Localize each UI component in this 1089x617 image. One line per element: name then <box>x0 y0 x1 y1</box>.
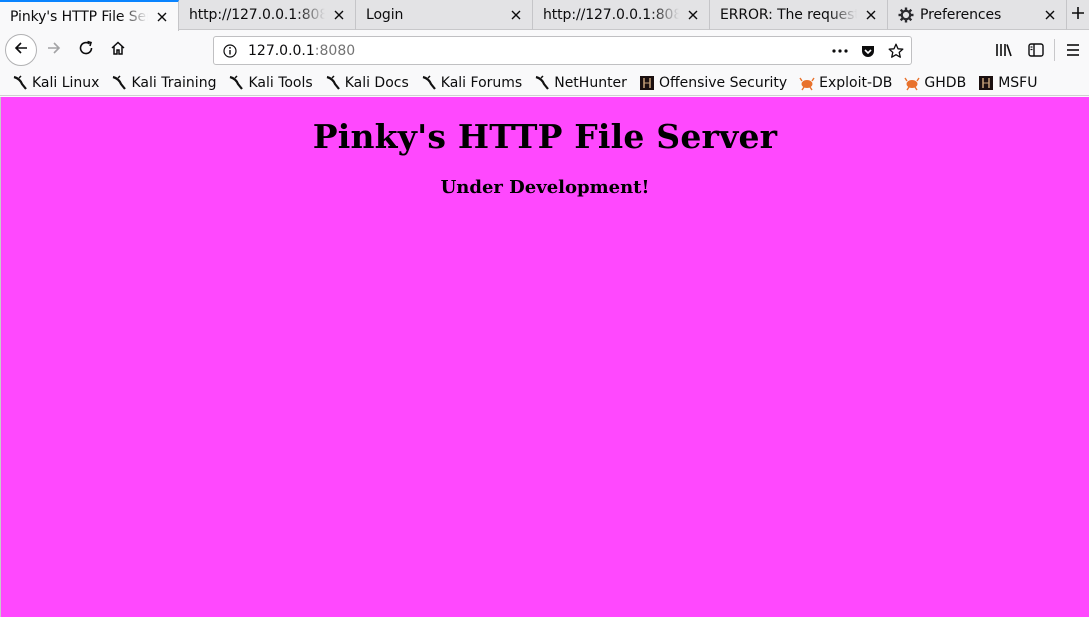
bookmark-exploit-db[interactable]: Exploit-DB <box>799 75 892 91</box>
info-icon[interactable] <box>223 43 237 58</box>
url-host: 127.0.0.1 <box>248 42 315 59</box>
home-icon <box>110 40 126 60</box>
kali-dragon-icon <box>421 74 437 91</box>
kali-dragon-icon <box>111 74 127 91</box>
bookmark-label: Kali Forums <box>440 74 523 91</box>
close-icon[interactable] <box>685 7 701 23</box>
tab-pinky-file-server[interactable]: Pinky's HTTP File Server <box>0 0 179 31</box>
tab-label: Preferences <box>920 7 1002 23</box>
bookmark-label: Exploit-DB <box>819 74 893 91</box>
bookmark-label: NetHunter <box>554 74 627 91</box>
url-port: :8080 <box>314 42 356 59</box>
close-icon[interactable] <box>1042 7 1058 23</box>
page-content: Pinky's HTTP File Server Under Developme… <box>0 97 1089 617</box>
bookmark-offensive-security[interactable]: Offensive Security <box>639 75 787 91</box>
bookmark-kali-forums[interactable]: Kali Forums <box>421 75 522 91</box>
page-title: Pinky's HTTP File Server <box>312 117 778 156</box>
bookmark-kali-tools[interactable]: Kali Tools <box>228 74 313 91</box>
tab-label: Login <box>366 7 404 23</box>
url-text[interactable]: 127.0.0.1:8080 <box>248 43 355 59</box>
close-icon[interactable] <box>863 7 879 23</box>
tab-preferences[interactable]: Preferences <box>888 0 1067 30</box>
tab-label: http://127.0.0.1:8080/ <box>543 7 679 23</box>
navigation-toolbar: 127.0.0.1:8080 <box>0 30 1089 70</box>
bookmark-label: Offensive Security <box>658 74 788 91</box>
new-tab-button[interactable] <box>1067 0 1089 30</box>
bookmark-label: Kali Training <box>131 74 217 91</box>
reload-icon <box>78 40 94 60</box>
arrow-right-icon <box>46 40 62 60</box>
tab-login[interactable]: Login <box>356 0 533 30</box>
exploitdb-icon <box>904 75 921 91</box>
bookmark-nethunter[interactable]: NetHunter <box>534 75 627 91</box>
bookmark-label: GHDB <box>924 74 967 91</box>
kali-dragon-icon <box>325 74 341 91</box>
home-button[interactable] <box>102 34 134 66</box>
tab-localhost-8080-2[interactable]: http://127.0.0.1:8080/ <box>533 0 710 30</box>
tab-localhost-8080[interactable]: http://127.0.0.1:8080/ <box>179 0 356 30</box>
bookmarks-toolbar: Kali Linux Kali Training Kali Tools Kali… <box>0 70 1089 96</box>
bookmark-ghdb[interactable]: GHDB <box>904 75 966 91</box>
exploitdb-icon <box>799 75 815 91</box>
close-icon[interactable] <box>154 9 170 25</box>
close-icon[interactable] <box>508 7 524 23</box>
library-icon[interactable] <box>988 34 1020 66</box>
tab-strip: Pinky's HTTP File Server http://127.0.0.… <box>0 0 1089 31</box>
arrow-left-icon <box>13 40 29 60</box>
forward-button[interactable] <box>38 34 70 66</box>
page-subtitle: Under Development! <box>440 177 650 198</box>
tab-error[interactable]: ERROR: The requested URL could not be re… <box>710 0 888 30</box>
kali-dragon-icon <box>12 74 28 91</box>
reload-button[interactable] <box>70 34 102 66</box>
bookmark-label: Kali Docs <box>344 74 409 91</box>
toolbar-separator <box>1054 39 1055 61</box>
menu-icon[interactable] <box>1057 34 1089 66</box>
bookmark-kali-linux[interactable]: Kali Linux <box>12 75 99 91</box>
gear-icon <box>898 7 914 23</box>
pocket-icon[interactable] <box>857 41 879 61</box>
tab-label: Pinky's HTTP File Server <box>10 8 148 25</box>
bookmark-label: Kali Linux <box>32 74 100 91</box>
offsec-icon <box>978 75 994 91</box>
sidebar-icon[interactable] <box>1020 34 1052 66</box>
back-button[interactable] <box>5 34 37 66</box>
kali-dragon-icon <box>228 74 244 91</box>
tab-label: http://127.0.0.1:8080/ <box>189 7 325 23</box>
bookmark-star-icon[interactable] <box>885 41 907 61</box>
close-icon[interactable] <box>331 7 347 23</box>
kali-dragon-icon <box>534 74 550 91</box>
bookmark-kali-docs[interactable]: Kali Docs <box>325 75 409 91</box>
offsec-icon <box>639 75 655 91</box>
bookmark-label: Kali Tools <box>248 74 313 91</box>
plus-icon <box>1071 6 1085 24</box>
url-bar[interactable]: 127.0.0.1:8080 <box>213 36 912 65</box>
bookmark-label: MSFU <box>998 74 1038 91</box>
bookmark-msfu[interactable]: MSFU <box>978 75 1037 91</box>
bookmark-kali-training[interactable]: Kali Training <box>111 75 216 91</box>
tab-label: ERROR: The requested URL could not be re… <box>720 7 857 23</box>
page-actions-icon[interactable] <box>829 41 851 61</box>
